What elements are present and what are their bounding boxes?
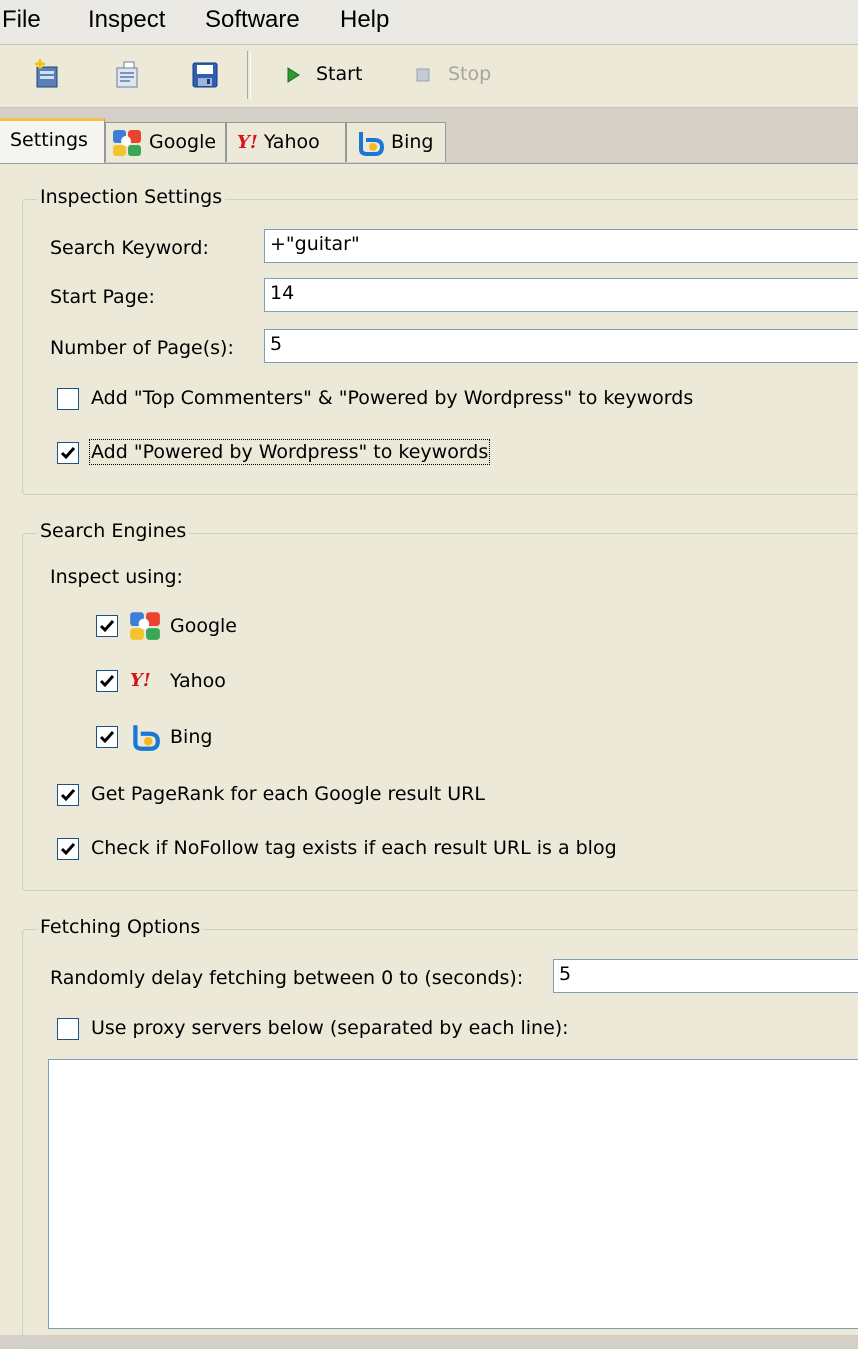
pagerank-label: Get PageRank for each Google result URL [91,783,485,805]
number-of-pages-label: Number of Page(s): [50,337,234,359]
checkmark-icon [99,731,115,744]
search-keyword-input[interactable]: +"guitar" [264,229,858,263]
menu-bar: File Inspect Software Help [0,0,858,45]
checkmark-icon [60,843,76,856]
powered-by-wordpress-label: Add "Powered by Wordpress" to keywords [88,439,491,465]
yahoo-icon: Y! [130,670,151,691]
menu-inspect[interactable]: Inspect [88,6,165,34]
bing-engine-label: Bing [170,726,213,748]
inspect-using-label: Inspect using: [50,566,183,588]
google-icon [130,612,160,640]
menu-software[interactable]: Software [205,6,300,34]
menu-file[interactable]: File [2,6,41,34]
checkmark-icon [60,789,76,802]
delay-seconds-input[interactable]: 5 [553,959,858,993]
open-icon[interactable] [112,59,142,89]
start-label: Start [316,63,363,85]
search-keyword-label: Search Keyword: [50,237,209,259]
nofollow-label: Check if NoFollow tag exists if each res… [91,837,617,859]
tab-yahoo-label: Yahoo [263,131,320,153]
play-icon [287,67,300,83]
search-engines-legend: Search Engines [37,520,190,542]
checkmark-icon [60,447,76,460]
google-checkbox[interactable] [96,615,118,637]
stop-label: Stop [448,63,492,85]
start-page-input[interactable]: 14 [264,278,858,312]
top-commenters-label: Add "Top Commenters" & "Powered by Wordp… [91,387,694,409]
tab-settings-label: Settings [10,129,88,151]
save-floppy-icon[interactable] [190,59,220,89]
inspection-settings-legend: Inspection Settings [37,186,226,208]
top-commenters-checkbox[interactable] [57,388,79,410]
use-proxy-label: Use proxy servers below (separated by ea… [91,1017,569,1039]
yahoo-engine-label: Yahoo [170,670,226,692]
bing-icon [359,131,385,156]
menu-help[interactable]: Help [340,6,389,34]
tab-google[interactable]: Google [105,122,226,162]
tab-strip: Settings Google Y! Yahoo Bing [0,118,858,164]
powered-by-wordpress-checkbox[interactable] [57,442,79,464]
start-page-label: Start Page: [50,286,155,308]
use-proxy-checkbox[interactable] [57,1018,79,1040]
fetching-options-legend: Fetching Options [37,916,204,938]
proxy-servers-textarea[interactable] [48,1059,858,1329]
start-button[interactable]: Start [284,59,374,93]
tab-bing[interactable]: Bing [346,122,446,162]
yahoo-checkbox[interactable] [96,670,118,692]
tab-google-label: Google [149,131,217,153]
toolbar: Start Stop [0,45,858,108]
tab-bing-label: Bing [391,131,434,153]
bing-icon [133,725,160,751]
nofollow-checkbox[interactable] [57,838,79,860]
checkmark-icon [99,675,115,688]
toolbar-separator [247,51,251,99]
yahoo-icon: Y! [237,131,258,153]
tab-yahoo[interactable]: Y! Yahoo [226,122,346,162]
bing-checkbox[interactable] [96,726,118,748]
tab-settings[interactable]: Settings [0,118,105,164]
stop-button[interactable]: Stop [414,59,504,93]
delay-label: Randomly delay fetching between 0 to (se… [50,967,524,989]
google-engine-label: Google [170,615,238,637]
checkmark-icon [99,620,115,633]
stop-icon [416,68,430,82]
new-document-icon[interactable] [33,59,63,89]
google-icon [113,129,141,156]
number-of-pages-input[interactable]: 5 [264,329,858,363]
pagerank-checkbox[interactable] [57,784,79,806]
